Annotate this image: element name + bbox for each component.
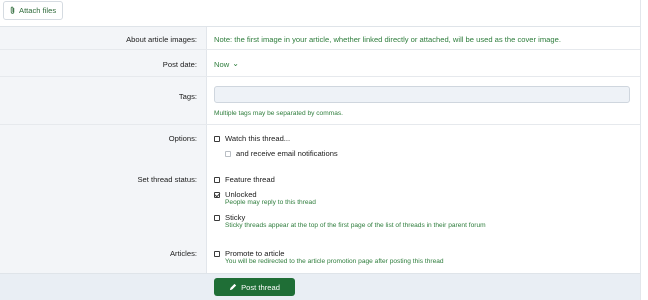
page-edge <box>640 0 648 300</box>
thread-options-form: About article images: Note: the first im… <box>0 27 640 273</box>
attachments-bar: Attach files <box>0 0 640 27</box>
post-date-select[interactable]: Now ⌄ <box>214 59 239 70</box>
post-date-value: Now <box>214 60 230 69</box>
cover-image-note: Note: the first image in your article, w… <box>214 35 561 44</box>
promote-article-label: Promote to article <box>225 249 285 258</box>
cover-image-row: About article images: Note: the first im… <box>0 27 640 50</box>
feature-thread-label: Feature thread <box>225 175 275 184</box>
email-notifications-box[interactable] <box>225 150 231 157</box>
attach-files-label: Attach files <box>19 6 57 15</box>
watch-thread-checkbox[interactable]: Watch this thread... <box>214 134 290 143</box>
promote-article-box[interactable] <box>214 250 220 257</box>
watch-thread-label: Watch this thread... <box>225 134 291 143</box>
sticky-box[interactable] <box>214 214 220 221</box>
cover-image-label: About article images: <box>126 35 197 44</box>
post-thread-label: Post thread <box>241 282 280 292</box>
chevron-down-icon: ⌄ <box>232 59 239 68</box>
tags-label: Tags: <box>178 92 197 101</box>
sticky-label: Sticky <box>225 213 246 222</box>
unlocked-label: Unlocked <box>225 190 257 199</box>
feature-thread-checkbox[interactable]: Feature thread <box>214 175 275 184</box>
post-thread-button[interactable]: Post thread <box>214 278 295 296</box>
email-notifications-checkbox[interactable]: and receive email notifications <box>225 149 338 158</box>
unlocked-checkbox[interactable]: Unlocked <box>214 190 257 199</box>
attach-files-button[interactable]: Attach files <box>3 1 64 20</box>
thread-status-label: Set thread status: <box>137 175 197 184</box>
options-label: Options: <box>168 134 197 143</box>
articles-label: Articles: <box>169 249 197 258</box>
form-footer: Post thread <box>0 273 640 300</box>
watch-thread-box[interactable] <box>214 135 220 142</box>
email-notifications-label: and receive email notifications <box>236 149 338 158</box>
sticky-checkbox[interactable]: Sticky <box>214 213 245 222</box>
post-date-label: Post date: <box>162 60 197 69</box>
feature-thread-box[interactable] <box>214 176 220 183</box>
promote-article-checkbox[interactable]: Promote to article <box>214 249 285 258</box>
promote-article-hint: You will be redirected to the article pr… <box>225 258 444 265</box>
paperclip-icon <box>10 6 15 14</box>
tags-input[interactable] <box>214 86 630 103</box>
pencil-icon <box>230 283 237 291</box>
unlocked-box[interactable] <box>214 191 220 198</box>
post-date-row: Post date: Now ⌄ <box>0 50 640 77</box>
unlocked-hint: People may reply to this thread <box>225 199 316 206</box>
tags-hint: Multiple tags may be separated by commas… <box>214 110 344 117</box>
sticky-hint: Sticky threads appear at the top of the … <box>225 222 486 229</box>
